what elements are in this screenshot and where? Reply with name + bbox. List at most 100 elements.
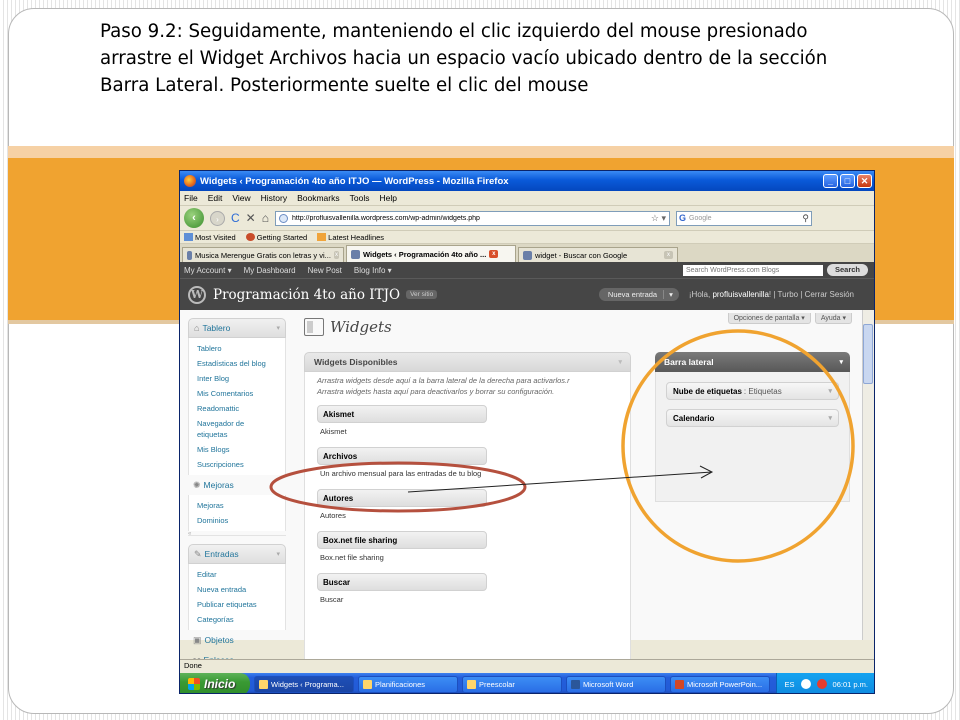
ver-sitio-button[interactable]: Ver sitio — [406, 290, 438, 299]
menu-objetos[interactable]: ▣ Objetos — [188, 630, 286, 650]
menu-item[interactable]: Navegador de etiquetas — [197, 418, 257, 440]
vertical-scrollbar[interactable] — [862, 310, 874, 640]
sidebar-widget-nube[interactable]: Nube de etiquetas: Etiquetas ▾ — [666, 382, 839, 400]
reload-icon[interactable]: C — [231, 211, 240, 225]
search-bar[interactable]: G Google ⚲ — [675, 210, 812, 226]
tab-close-icon[interactable]: x — [664, 251, 673, 259]
scrollbar-thumb[interactable] — [863, 324, 873, 384]
collapse-arrow-icon[interactable]: ▾ — [276, 324, 285, 332]
menu-tools[interactable]: Tools — [350, 193, 370, 203]
menu-entradas[interactable]: ✎ Entradas ▾ — [188, 544, 286, 564]
url-bar[interactable]: http://profluisvallenilla.wordpress.com/… — [274, 210, 670, 226]
menu-item[interactable]: Mis Blogs — [197, 442, 285, 457]
wp-header: W Programación 4to año ITJO Ver sitio Nu… — [180, 278, 874, 310]
menu-history[interactable]: History — [261, 193, 287, 203]
menu-mejoras[interactable]: ✺ Mejoras — [188, 475, 286, 495]
taskbar-item-planificaciones[interactable]: Planificaciones — [358, 675, 458, 693]
menu-item[interactable]: Estadísticas del blog — [197, 356, 285, 371]
sidebar-widget-calendario[interactable]: Calendario ▾ — [666, 409, 839, 427]
bookmark-star-icon[interactable]: ☆ ▾ — [651, 213, 669, 224]
start-button[interactable]: Inicio — [180, 673, 250, 693]
available-widgets-header[interactable]: Widgets Disponibles ▾ — [304, 352, 631, 372]
menu-item[interactable]: Mis Comentarios — [197, 386, 285, 401]
minimize-button[interactable]: _ — [823, 174, 838, 188]
firefox-bookmark-icon — [245, 232, 255, 241]
menu-item[interactable]: Inter Blog — [197, 371, 285, 386]
expand-arrow-icon[interactable]: ▾ — [828, 387, 838, 395]
admin-new-post[interactable]: New Post — [308, 266, 342, 275]
google-icon[interactable]: G — [679, 213, 686, 223]
bookmark-getting-started[interactable]: Getting Started — [245, 232, 307, 242]
tab-musica[interactable]: Musica Merengue Gratis con letras y vi..… — [182, 247, 344, 262]
bookmark-most-visited[interactable]: Most Visited — [184, 232, 236, 242]
taskbar-item-word[interactable]: Microsoft Word — [566, 675, 666, 693]
menu-item[interactable]: Tablero — [197, 341, 285, 356]
collapse-arrow-icon[interactable]: ▾ — [839, 358, 850, 366]
widget-handle[interactable]: Akismet — [317, 405, 487, 423]
menu-item[interactable]: Editar — [197, 567, 285, 582]
menu-tablero[interactable]: ⌂ Tablero ▾ — [188, 318, 286, 338]
word-icon — [571, 679, 580, 689]
widget-handle[interactable]: Autores — [317, 489, 487, 507]
tab-close-icon[interactable]: x — [333, 251, 339, 259]
wp-search-button[interactable]: Search — [826, 264, 868, 276]
maximize-button[interactable]: □ — [840, 174, 855, 188]
star-icon: ✺ — [193, 479, 201, 490]
menu-bookmarks[interactable]: Bookmarks — [297, 193, 340, 203]
admin-my-dashboard[interactable]: My Dashboard — [244, 266, 296, 275]
widget-handle[interactable]: Archivos — [317, 447, 487, 465]
collapse-arrow-icon[interactable]: ▾ — [618, 358, 630, 366]
menu-file[interactable]: File — [184, 193, 198, 203]
menu-item[interactable]: Mejoras — [197, 498, 285, 513]
dropdown-arrow-icon[interactable]: ▾ — [663, 290, 673, 299]
folder-icon — [363, 679, 372, 689]
help-button[interactable]: Ayuda ▾ — [814, 313, 852, 324]
barra-lateral-drop-zone[interactable]: Nube de etiquetas: Etiquetas ▾ Calendario… — [655, 372, 850, 502]
admin-my-account[interactable]: My Account ▾ — [184, 266, 232, 275]
menu-item[interactable]: Categorías — [197, 612, 285, 627]
window-titlebar: Widgets ‹ Programación 4to año ITJO — Wo… — [180, 171, 874, 191]
close-button[interactable]: ✕ — [857, 174, 872, 188]
menu-collapse-icon[interactable]: « — [188, 531, 286, 537]
screen-options-button[interactable]: Opciones de pantalla ▾ — [727, 313, 811, 324]
menu-view[interactable]: View — [232, 193, 250, 203]
menu-item[interactable]: Readomattic — [197, 401, 285, 416]
tab-close-icon[interactable]: x — [489, 250, 499, 258]
tab-google[interactable]: widget - Buscar con Google x — [518, 247, 678, 262]
username-link[interactable]: profluisvallenilla — [712, 290, 768, 299]
home-icon[interactable]: ⌂ — [262, 211, 269, 225]
wp-search-input[interactable]: Search WordPress.com Blogs — [682, 264, 823, 276]
taskbar-item-preescolar[interactable]: Preescolar — [462, 675, 562, 693]
antivirus-icon[interactable] — [816, 679, 827, 689]
widget-description: Autores — [320, 511, 346, 520]
collapse-arrow-icon[interactable]: ▾ — [276, 550, 285, 558]
expand-arrow-icon[interactable]: ▾ — [828, 414, 838, 422]
language-indicator[interactable]: ES — [785, 680, 795, 689]
widget-handle[interactable]: Buscar — [317, 573, 487, 591]
admin-blog-info[interactable]: Blog Info ▾ — [354, 266, 392, 275]
taskbar-item-powerpoint[interactable]: Microsoft PowerPoin... — [670, 675, 770, 693]
available-widgets-panel: Widgets Disponibles ▾ Arrastra widgets de… — [304, 352, 631, 672]
tab-widgets[interactable]: Widgets ‹ Programación 4to año ... x — [346, 245, 516, 262]
stop-icon[interactable]: ✕ — [246, 211, 256, 225]
taskbar-item-firefox[interactable]: Widgets ‹ Programa... — [254, 675, 354, 693]
back-button[interactable]: ‹ — [184, 208, 204, 228]
menu-mejoras-items: Mejoras Dominios — [188, 495, 286, 531]
bookmark-latest-headlines[interactable]: Latest Headlines — [317, 232, 384, 242]
menu-item[interactable]: Dominios — [197, 513, 285, 528]
menu-item[interactable]: Publicar etiquetas — [197, 597, 285, 612]
tray-arrow-icon[interactable] — [800, 679, 811, 689]
nueva-entrada-button[interactable]: Nueva entrada ▾ — [598, 288, 679, 301]
barra-lateral-header[interactable]: Barra lateral ▾ — [655, 352, 850, 372]
forward-button[interactable]: › — [210, 210, 225, 226]
slide-caption: Paso 9.2: Seguidamente, manteniendo el c… — [100, 21, 828, 96]
menu-edit[interactable]: Edit — [208, 193, 223, 203]
menu-help[interactable]: Help — [379, 193, 396, 203]
folder-icon — [184, 232, 193, 241]
widget-handle[interactable]: Box.net file sharing — [317, 531, 487, 549]
menu-item[interactable]: Suscripciones — [197, 457, 285, 472]
search-icon[interactable]: ⚲ — [802, 213, 811, 224]
site-identity-icon[interactable] — [278, 213, 288, 223]
status-bar: Done — [180, 659, 874, 672]
menu-item[interactable]: Nueva entrada — [197, 582, 285, 597]
